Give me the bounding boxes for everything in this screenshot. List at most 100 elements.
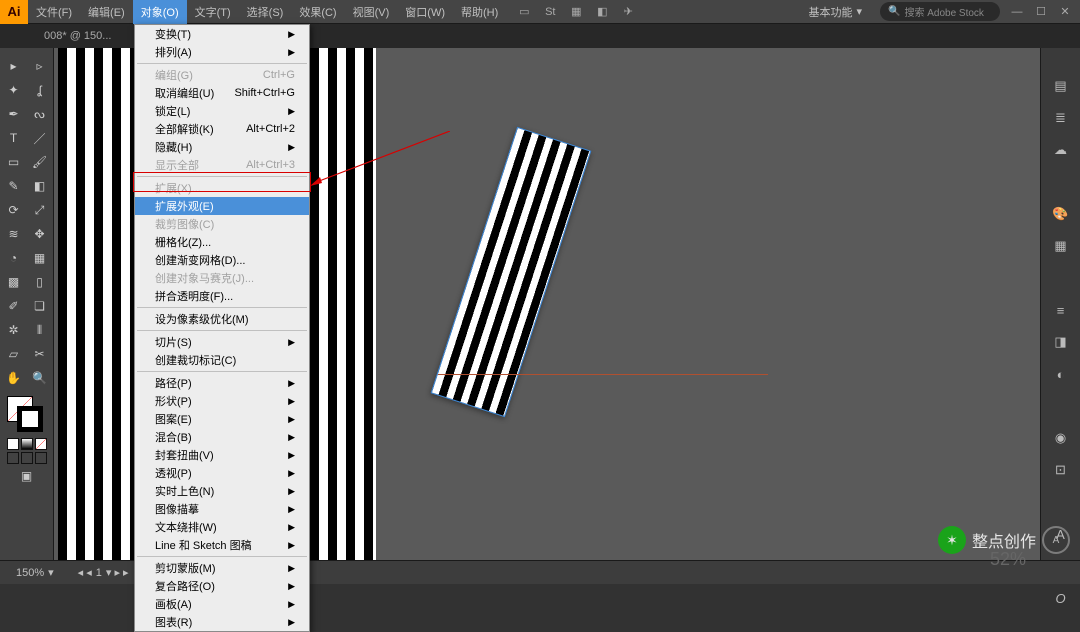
eyedropper-tool[interactable]: ✐ [2, 295, 26, 317]
hand-tool[interactable]: ✋ [2, 367, 26, 389]
menu-edit[interactable]: 编辑(E) [80, 0, 133, 24]
brush-tool[interactable]: 🖌 [28, 151, 52, 173]
menu-item-全部解锁[interactable]: 全部解锁(K)Alt+Ctrl+2 [135, 120, 309, 138]
arrange-docs-icon[interactable]: ▦ [568, 4, 584, 20]
menu-file[interactable]: 文件(F) [28, 0, 80, 24]
menu-item-创建裁切标记[interactable]: 创建裁切标记(C) [135, 351, 309, 369]
lasso-tool[interactable]: ʆ [28, 79, 52, 101]
submenu-arrow-icon: ▶ [288, 47, 295, 58]
color-selector[interactable] [7, 396, 47, 436]
menu-item-图像描摹[interactable]: 图像描摹▶ [135, 500, 309, 518]
menu-item-切片[interactable]: 切片(S)▶ [135, 333, 309, 351]
maximize-button[interactable]: ☐ [1034, 5, 1048, 19]
menu-item-拼合透明度[interactable]: 拼合透明度(F)... [135, 287, 309, 305]
menu-item-复合路径[interactable]: 复合路径(O)▶ [135, 577, 309, 595]
menu-item-扩展外观[interactable]: 扩展外观(E) [135, 197, 309, 215]
draw-inside-icon[interactable] [35, 452, 47, 464]
menu-item-锁定[interactable]: 锁定(L)▶ [135, 102, 309, 120]
menu-item-形状[interactable]: 形状(P)▶ [135, 392, 309, 410]
gradient-mode-icon[interactable] [21, 438, 33, 450]
rotate-tool[interactable]: ⟳ [2, 199, 26, 221]
layers-panel-icon[interactable]: ≣ [1049, 106, 1073, 130]
gpu-icon[interactable]: ◧ [594, 4, 610, 20]
none-mode-icon[interactable] [35, 438, 47, 450]
gradient-panel-icon[interactable]: ◨ [1049, 330, 1073, 354]
menu-item-line 和 sketch 图稿[interactable]: Line 和 Sketch 图稿▶ [135, 536, 309, 554]
menu-help[interactable]: 帮助(H) [453, 0, 506, 24]
minimize-button[interactable]: — [1010, 5, 1024, 19]
menu-item-裁剪图像: 裁剪图像(C) [135, 215, 309, 233]
search-input[interactable]: 🔍搜索 Adobe Stock [880, 2, 1000, 21]
width-tool[interactable]: ≋ [2, 223, 26, 245]
screen-mode-button[interactable]: ▣ [15, 465, 39, 487]
menu-item-透视[interactable]: 透视(P)▶ [135, 464, 309, 482]
document-tab[interactable]: 008* @ 150... [44, 30, 111, 42]
shaper-tool[interactable]: ✎ [2, 175, 26, 197]
properties-panel-icon[interactable]: ▤ [1049, 74, 1073, 98]
opentype-panel-icon[interactable]: O [1049, 586, 1073, 610]
menu-type[interactable]: 文字(T) [187, 0, 239, 24]
zoom-selector[interactable]: 150% ▾ [10, 566, 60, 579]
graph-tool[interactable]: ⫴ [28, 319, 52, 341]
menu-item-实时上色[interactable]: 实时上色(N)▶ [135, 482, 309, 500]
free-transform-tool[interactable]: ✥ [28, 223, 52, 245]
bridge-icon[interactable]: ▭ [516, 4, 532, 20]
appearance-panel-icon[interactable]: ◉ [1049, 426, 1073, 450]
color-mode-icon[interactable] [7, 438, 19, 450]
menu-item-图表[interactable]: 图表(R)▶ [135, 613, 309, 631]
menu-item-创建渐变网格[interactable]: 创建渐变网格(D)... [135, 251, 309, 269]
shapebuilder-tool[interactable]: ◔ [2, 247, 26, 269]
menu-item-封套扭曲[interactable]: 封套扭曲(V)▶ [135, 446, 309, 464]
menu-item-取消编组[interactable]: 取消编组(U)Shift+Ctrl+G [135, 84, 309, 102]
transparency-panel-icon[interactable]: ◐ [1049, 362, 1073, 386]
menu-item-栅格化[interactable]: 栅格化(Z)... [135, 233, 309, 251]
stroke-panel-icon[interactable]: ≡ [1049, 298, 1073, 322]
menu-view[interactable]: 视图(V) [345, 0, 398, 24]
blend-tool[interactable]: ❏ [28, 295, 52, 317]
menu-object[interactable]: 对象(O) [133, 0, 187, 24]
menu-select[interactable]: 选择(S) [239, 0, 292, 24]
slice-tool[interactable]: ✂ [28, 343, 52, 365]
gradient-tool[interactable]: ▯ [28, 271, 52, 293]
zoom-tool[interactable]: 🔍 [28, 367, 52, 389]
curvature-tool[interactable]: ᔓ [28, 103, 52, 125]
symbol-sprayer-tool[interactable]: ✲ [2, 319, 26, 341]
menu-item-隐藏[interactable]: 隐藏(H)▶ [135, 138, 309, 156]
draw-normal-icon[interactable] [7, 452, 19, 464]
artboard-tool[interactable]: ▱ [2, 343, 26, 365]
menu-item-路径[interactable]: 路径(P)▶ [135, 374, 309, 392]
artboard-nav[interactable]: ◂ ◂ 1 ▾ ▸ ▸ [72, 566, 135, 579]
swatches-panel-icon[interactable]: ▦ [1049, 234, 1073, 258]
menu-item-设为像素级优化[interactable]: 设为像素级优化(M) [135, 310, 309, 328]
menu-item-排列[interactable]: 排列(A)▶ [135, 43, 309, 61]
menu-item-文本绕排[interactable]: 文本绕排(W)▶ [135, 518, 309, 536]
menubar-right-cluster: 基本功能▾ 🔍搜索 Adobe Stock — ☐ ✕ [800, 2, 1080, 22]
stroke-swatch[interactable] [17, 406, 43, 432]
menu-item-混合[interactable]: 混合(B)▶ [135, 428, 309, 446]
direct-select-tool[interactable]: ▹ [28, 55, 52, 77]
mesh-tool[interactable]: ▩ [2, 271, 26, 293]
graphic-styles-panel-icon[interactable]: ⊡ [1049, 458, 1073, 482]
workspace-switcher[interactable]: 基本功能▾ [800, 2, 870, 22]
eraser-tool[interactable]: ◧ [28, 175, 52, 197]
rocket-icon[interactable]: ✈ [620, 4, 636, 20]
rectangle-tool[interactable]: ▭ [2, 151, 26, 173]
menu-item-变换[interactable]: 变换(T)▶ [135, 25, 309, 43]
magic-wand-tool[interactable]: ✦ [2, 79, 26, 101]
scale-tool[interactable]: ⤢ [28, 199, 52, 221]
menu-effect[interactable]: 效果(C) [291, 0, 344, 24]
selection-tool[interactable]: ▸ [2, 55, 26, 77]
color-panel-icon[interactable]: 🎨 [1049, 202, 1073, 226]
draw-behind-icon[interactable] [21, 452, 33, 464]
menu-item-剪切蒙版[interactable]: 剪切蒙版(M)▶ [135, 559, 309, 577]
stock-icon[interactable]: St [542, 4, 558, 20]
pen-tool[interactable]: ✒ [2, 103, 26, 125]
menu-item-图案[interactable]: 图案(E)▶ [135, 410, 309, 428]
libraries-panel-icon[interactable]: ☁ [1049, 138, 1073, 162]
menu-item-画板[interactable]: 画板(A)▶ [135, 595, 309, 613]
menu-window[interactable]: 窗口(W) [397, 0, 453, 24]
type-tool[interactable]: T [2, 127, 26, 149]
line-tool[interactable]: ／ [28, 127, 52, 149]
perspective-tool[interactable]: ▦ [28, 247, 52, 269]
close-button[interactable]: ✕ [1058, 5, 1072, 19]
